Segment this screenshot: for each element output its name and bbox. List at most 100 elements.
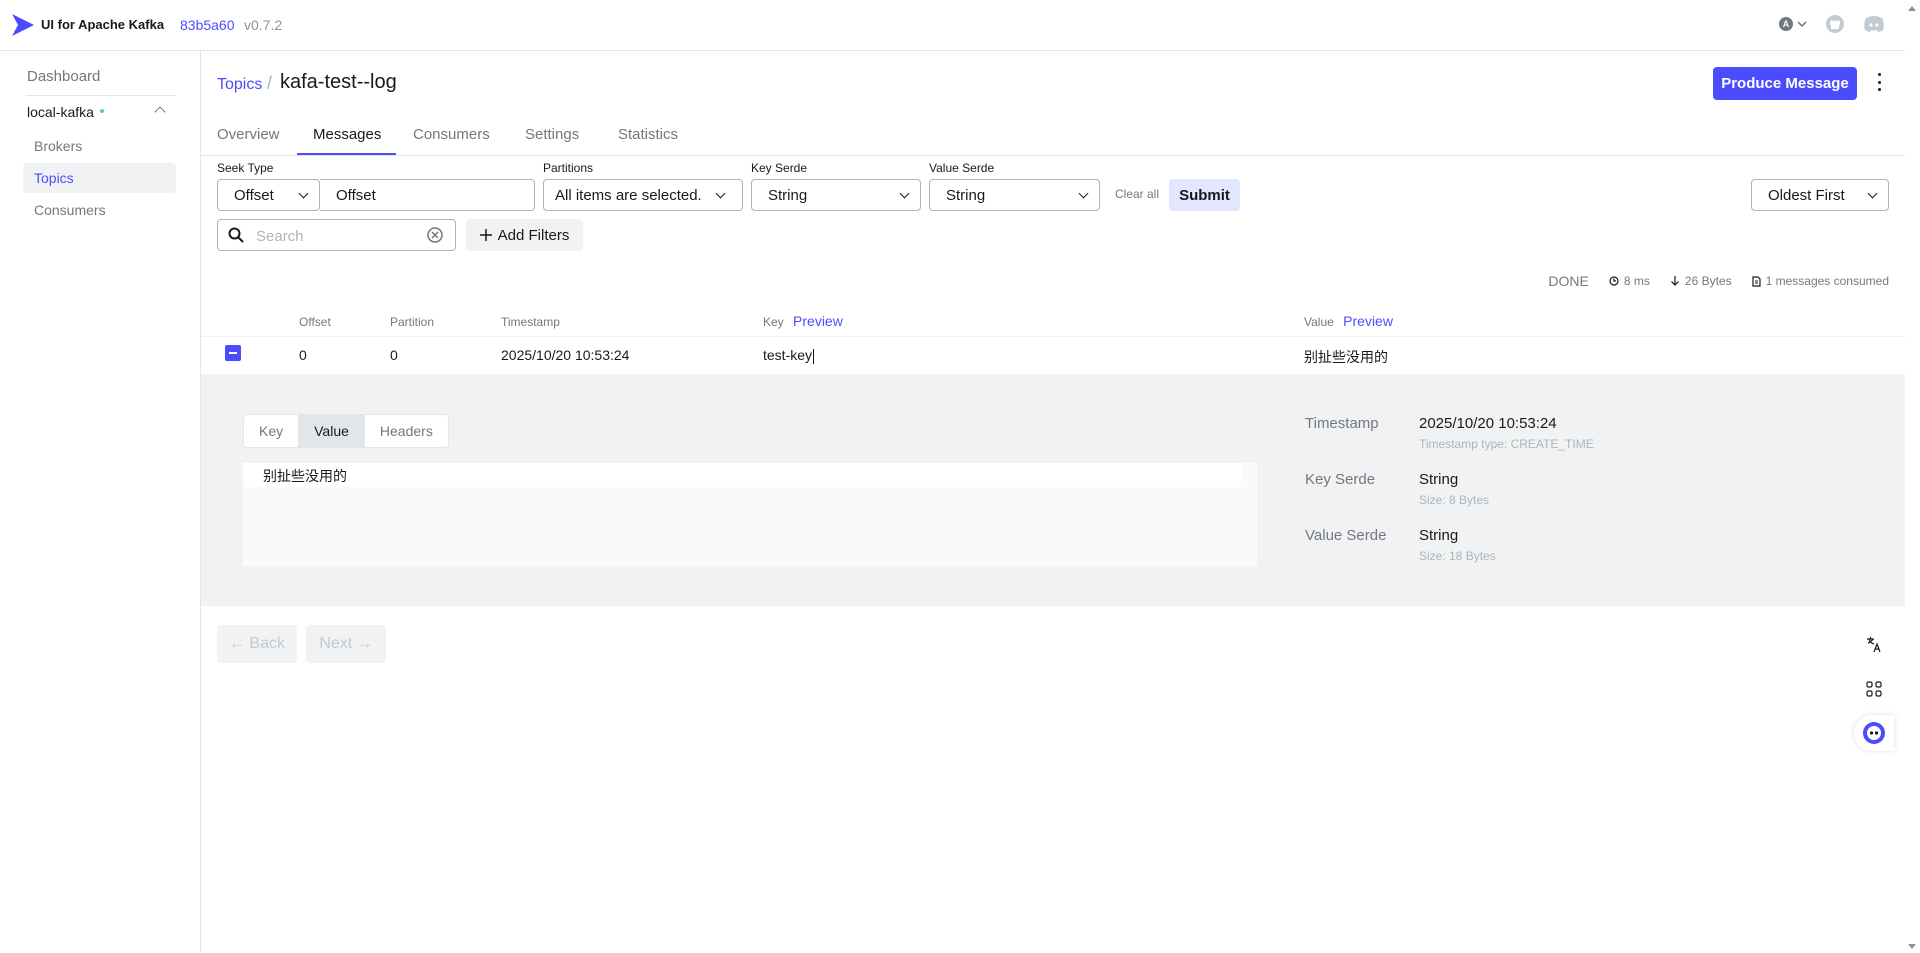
row-offset: 0 <box>299 347 307 363</box>
table-divider <box>201 336 1905 337</box>
next-button[interactable]: Next → <box>306 625 386 663</box>
github-icon[interactable] <box>1825 14 1845 34</box>
chevron-down-icon <box>1078 188 1089 199</box>
translate-icon[interactable] <box>1854 627 1894 663</box>
elapsed-time: 8 ms <box>1609 274 1650 288</box>
meta-value-size: Size: 18 Bytes <box>1419 549 1496 563</box>
key-serde-value: String <box>768 186 808 204</box>
chevron-down-icon <box>1797 21 1807 27</box>
column-header-partition: Partition <box>390 315 435 329</box>
meta-key-size: Size: 8 Bytes <box>1419 493 1490 507</box>
arrow-down-icon <box>1670 276 1679 286</box>
message-detail-panel: Key Value Headers 别扯些没用的 Timestamp 2025/… <box>201 374 1905 606</box>
scroll-up-arrow-icon[interactable] <box>1908 6 1916 11</box>
message-content-viewer[interactable]: 别扯些没用的 <box>243 463 1257 566</box>
file-icon <box>1751 275 1761 287</box>
search-input[interactable] <box>254 225 418 247</box>
sidebar-item-dashboard[interactable]: Dashboard <box>27 68 100 85</box>
messages-consumed: 1 messages consumed <box>1751 274 1889 288</box>
row-key: test-key <box>763 347 813 363</box>
seek-type-label: Seek Type <box>217 161 274 175</box>
value-serde-label: Value Serde <box>929 161 995 175</box>
partitions-label: Partitions <box>543 161 594 175</box>
seek-type-value: Offset <box>234 186 274 204</box>
scroll-down-arrow-icon[interactable] <box>1908 944 1916 949</box>
meta-value-serde-value: String <box>1419 527 1459 544</box>
sort-order-select[interactable]: Oldest First <box>1751 179 1889 211</box>
active-tab-indicator <box>297 153 396 155</box>
chevron-down-icon <box>298 188 309 199</box>
sidebar-item-topics[interactable]: Topics <box>23 163 176 193</box>
column-header-offset: Offset <box>299 315 331 329</box>
key-preview-link[interactable]: Preview <box>793 313 843 329</box>
partitions-value: All items are selected. <box>555 186 702 204</box>
tab-messages[interactable]: Messages <box>313 126 381 143</box>
breadcrumb-separator: / <box>267 73 273 93</box>
bytes-consumed-value: 26 Bytes <box>1684 274 1732 288</box>
message-content-line: 别扯些没用的 <box>243 463 1241 487</box>
column-header-value: Value Preview <box>1304 313 1393 329</box>
detail-tab-value[interactable]: Value <box>299 415 365 447</box>
collapse-row-button[interactable] <box>225 345 241 361</box>
discord-icon[interactable] <box>1863 14 1885 34</box>
seek-type-select[interactable]: Offset <box>217 179 320 211</box>
value-serde-select[interactable]: String <box>929 179 1100 211</box>
version-hash-link[interactable]: 83b5a60 <box>180 17 235 33</box>
add-filters-button[interactable]: Add Filters <box>466 219 583 251</box>
row-value[interactable]: 别扯些没用的 <box>1304 347 1388 367</box>
sidebar-item-brokers[interactable]: Brokers <box>23 131 176 161</box>
meta-timestamp-type: Timestamp type: CREATE_TIME <box>1419 437 1594 451</box>
kafka-logo-icon[interactable] <box>10 12 36 38</box>
row-timestamp: 2025/10/20 10:53:24 <box>501 347 630 363</box>
produce-message-button[interactable]: Produce Message <box>1713 67 1857 100</box>
meta-key-serde-label: Key Serde <box>1305 471 1376 488</box>
row-partition: 0 <box>390 347 398 363</box>
cluster-name: local-kafka <box>27 104 94 120</box>
top-bar: UI for Apache Kafka 83b5a60 v0.7.2 A <box>0 0 1905 51</box>
clear-search-icon[interactable] <box>427 227 443 243</box>
add-filters-label: Add Filters <box>497 226 570 244</box>
tab-settings[interactable]: Settings <box>525 126 579 143</box>
back-button[interactable]: ← Back <box>217 625 297 663</box>
tab-overview[interactable]: Overview <box>217 126 280 143</box>
row-key-cell[interactable]: test-key <box>763 347 815 364</box>
breadcrumb-topics-link[interactable]: Topics <box>217 76 262 94</box>
page-title: kafa-test--log <box>280 71 397 93</box>
user-menu-button[interactable]: A <box>1779 17 1807 31</box>
consume-stats: DONE 8 ms 26 Bytes 1 messages consumed <box>1548 273 1889 289</box>
assistant-bot-icon[interactable] <box>1854 715 1894 751</box>
more-options-icon[interactable] <box>1876 73 1882 91</box>
clock-icon <box>1609 276 1619 286</box>
meta-value-serde-label: Value Serde <box>1305 527 1387 544</box>
messages-consumed-value: 1 messages consumed <box>1765 274 1889 288</box>
meta-timestamp-label: Timestamp <box>1305 415 1379 432</box>
avatar: A <box>1779 17 1793 31</box>
tab-consumers[interactable]: Consumers <box>413 126 490 143</box>
offset-input[interactable]: Offset <box>320 179 535 211</box>
clear-all-button[interactable]: Clear all <box>1115 187 1159 201</box>
column-header-key: Key Preview <box>763 313 843 329</box>
topic-tabs: Overview Messages Consumers Settings Sta… <box>201 121 1905 156</box>
plus-icon <box>479 229 492 241</box>
value-serde-value: String <box>946 186 986 204</box>
detail-tab-headers[interactable]: Headers <box>365 415 448 447</box>
brand-name[interactable]: UI for Apache Kafka <box>41 17 164 32</box>
submit-button[interactable]: Submit <box>1169 179 1240 211</box>
offset-input-value: Offset <box>336 186 376 204</box>
partitions-select[interactable]: All items are selected. <box>543 179 743 211</box>
chevron-up-icon[interactable] <box>154 106 166 118</box>
sidebar-item-consumers[interactable]: Consumers <box>23 195 176 225</box>
sidebar-divider <box>26 95 176 96</box>
sort-order-value: Oldest First <box>1768 186 1845 204</box>
sidebar-cluster-local-kafka[interactable]: local-kafka <box>27 104 104 120</box>
cluster-status-dot <box>99 109 104 113</box>
tab-statistics[interactable]: Statistics <box>618 126 678 143</box>
search-icon <box>228 227 244 243</box>
value-preview-link[interactable]: Preview <box>1343 313 1393 329</box>
key-serde-select[interactable]: String <box>751 179 921 211</box>
detail-tab-key[interactable]: Key <box>244 415 300 447</box>
key-serde-label: Key Serde <box>751 161 808 175</box>
bytes-consumed: 26 Bytes <box>1670 274 1732 288</box>
version-number: v0.7.2 <box>244 17 283 33</box>
apps-grid-icon[interactable] <box>1854 671 1894 707</box>
